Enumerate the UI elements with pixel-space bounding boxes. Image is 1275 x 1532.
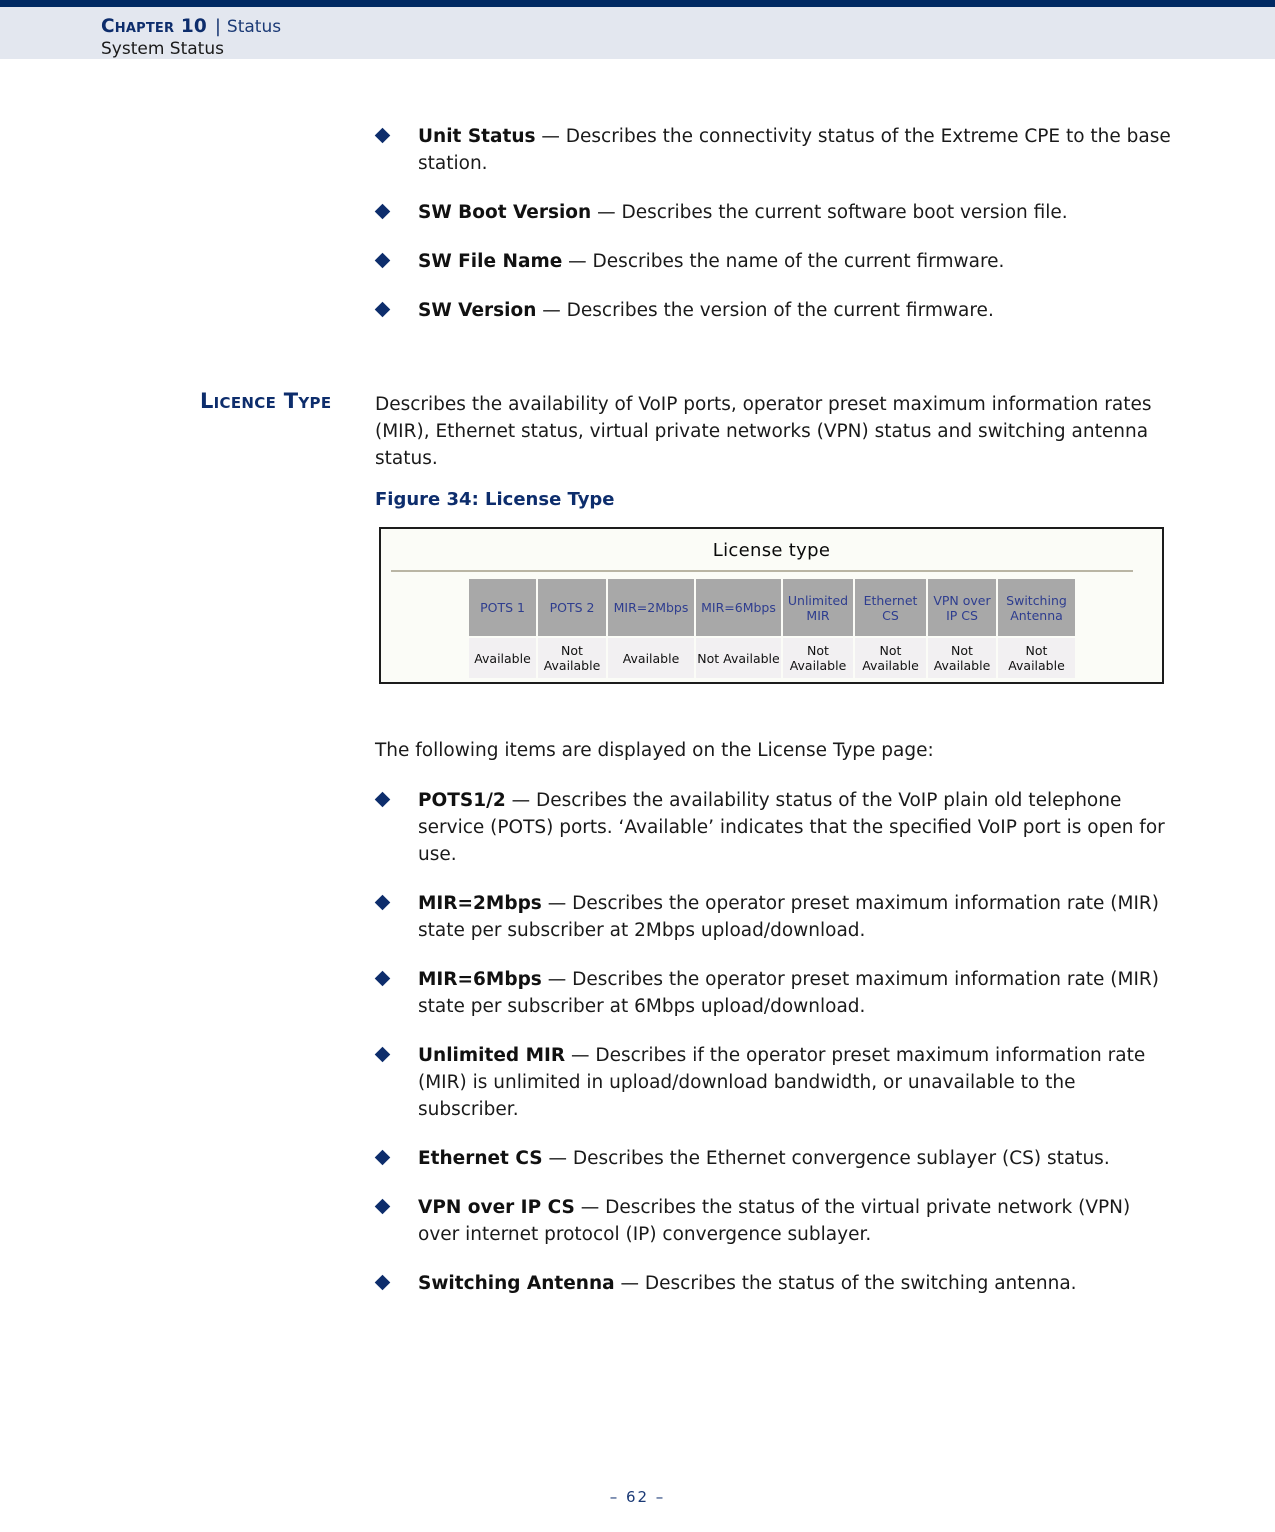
table-column-header: MIR=2Mbps: [607, 579, 696, 638]
bullet-text: Unlimited MIR — Describes if the operato…: [418, 1045, 1146, 1120]
bullet-text: Unit Status — Describes the connectivity…: [418, 126, 1171, 174]
bullet-term: Unit Status: [418, 126, 536, 147]
diamond-bullet-icon: [374, 1149, 391, 1166]
page-top-rule: [0, 0, 1275, 7]
bullet-text: Ethernet CS — Describes the Ethernet con…: [418, 1148, 1110, 1169]
section-body-licence-type: Describes the availability of VoIP ports…: [375, 394, 1152, 469]
bullet-description: Describes the version of the current fir…: [566, 300, 994, 321]
diamond-bullet-icon: [374, 894, 391, 911]
bullet-term: VPN over IP CS: [418, 1197, 575, 1218]
bullet-term: Switching Antenna: [418, 1273, 615, 1294]
bullet-text: SW Boot Version — Describes the current …: [418, 202, 1068, 223]
table-cell-status: Not Available: [927, 637, 998, 678]
bullet-item: SW Boot Version — Describes the current …: [374, 199, 1175, 226]
bullet-term: Unlimited MIR: [418, 1045, 566, 1066]
table-column-header: POTS 2: [537, 579, 608, 638]
table-row: Available Not Available Available Not Avail…: [469, 637, 1075, 678]
bullet-item: MIR=2Mbps — Describes the operator prese…: [374, 890, 1175, 944]
table-header-row: POTS 1 POTS 2 MIR=2Mbps MIR=6Mbps Unlimited …: [469, 579, 1075, 638]
bullet-text: POTS1/2 — Describes the availability sta…: [418, 790, 1165, 865]
figure-caption: Figure 34: License Type: [375, 489, 615, 510]
table-cell-status: Available: [469, 637, 538, 678]
bullet-term: Ethernet CS: [418, 1148, 543, 1169]
screenshot-title: License type: [712, 540, 831, 561]
bullet-description: Describes the name of the current firmwa…: [592, 251, 1005, 272]
bullet-term: SW Version: [418, 300, 537, 321]
header-section-name: Status: [226, 17, 282, 37]
diamond-bullet-icon: [374, 791, 391, 808]
bullet-text: SW Version — Describes the version of th…: [418, 300, 994, 321]
table-cell-status: Not Available: [695, 637, 783, 678]
bullet-text: SW File Name — Describes the name of the…: [418, 251, 1005, 272]
running-header-subtitle: System Status: [101, 39, 224, 59]
bullet-item: POTS1/2 — Describes the availability sta…: [374, 787, 1175, 868]
table-cell-status: Available: [607, 637, 696, 678]
bullet-term: SW Boot Version: [418, 202, 592, 223]
header-separator: |: [215, 17, 221, 37]
bullet-item: Ethernet CS — Describes the Ethernet con…: [374, 1145, 1175, 1172]
table-body: Available Not Available Available Not Avail…: [469, 637, 1075, 678]
bottom-bullet-list: POTS1/2 — Describes the availability sta…: [374, 787, 1175, 1319]
bullet-item: MIR=6Mbps — Describes the operator prese…: [374, 966, 1175, 1020]
bullet-term: POTS1/2: [418, 790, 506, 811]
screenshot-title-rule: [391, 570, 1133, 572]
diamond-bullet-icon: [374, 1046, 391, 1063]
section-heading-licence-type: Licence Type: [200, 389, 332, 413]
bullet-item: SW Version — Describes the version of th…: [374, 297, 1175, 324]
bullet-term: MIR=6Mbps: [418, 969, 542, 990]
figure-license-type: License type POTS 1 POTS 2 MIR=2Mbps MIR=6M…: [379, 527, 1164, 684]
running-header-band: Chapter 10 | Status System Status: [0, 7, 1275, 59]
table-column-header: Switching Antenna: [997, 579, 1075, 638]
bullet-description: Describes the current software boot vers…: [621, 202, 1068, 223]
bullet-text: VPN over IP CS — Describes the status of…: [418, 1197, 1131, 1245]
table-column-header: Unlimited MIR: [782, 579, 855, 638]
table-cell-status: Not Available: [854, 637, 928, 678]
page-number: – 62 –: [609, 1488, 666, 1506]
bullet-item: Switching Antenna — Describes the status…: [374, 1270, 1175, 1297]
table-column-header: MIR=6Mbps: [695, 579, 783, 638]
license-type-table: POTS 1 POTS 2 MIR=2Mbps MIR=6Mbps Unlimited …: [469, 579, 1075, 678]
diamond-bullet-icon: [374, 252, 391, 269]
table-cell-status: Not Available: [997, 637, 1075, 678]
bullet-item: VPN over IP CS — Describes the status of…: [374, 1194, 1175, 1248]
bullet-text: Switching Antenna — Describes the status…: [418, 1273, 1077, 1294]
diamond-bullet-icon: [374, 301, 391, 318]
bullet-description: Describes the Ethernet convergence subla…: [572, 1148, 1110, 1169]
table-cell-status: Not Available: [782, 637, 855, 678]
running-header-line-1: Chapter 10 | Status: [101, 16, 281, 38]
top-bullet-list: Unit Status — Describes the connectivity…: [374, 123, 1175, 346]
diamond-bullet-icon: [374, 1274, 391, 1291]
diamond-bullet-icon: [374, 203, 391, 220]
bullet-term: SW File Name: [418, 251, 563, 272]
diamond-bullet-icon: [374, 970, 391, 987]
diamond-bullet-icon: [374, 1198, 391, 1215]
bullet-text: MIR=6Mbps — Describes the operator prese…: [418, 969, 1159, 1017]
table-column-header: Ethernet CS: [854, 579, 928, 638]
table-column-header: VPN over IP CS: [927, 579, 998, 638]
bullet-item: SW File Name — Describes the name of the…: [374, 248, 1175, 275]
bullet-description: Describes the status of the switching an…: [644, 1273, 1077, 1294]
bullet-text: MIR=2Mbps — Describes the operator prese…: [418, 893, 1159, 941]
table-column-header: POTS 1: [469, 579, 538, 638]
bullet-item: Unit Status — Describes the connectivity…: [374, 123, 1175, 177]
bullet-description: Describes the availability status of the…: [418, 790, 1165, 865]
bullet-term: MIR=2Mbps: [418, 893, 542, 914]
bullet-item: Unlimited MIR — Describes if the operato…: [374, 1042, 1175, 1123]
diamond-bullet-icon: [374, 127, 391, 144]
lead-paragraph: The following items are displayed on the…: [375, 740, 934, 761]
table-cell-status: Not Available: [537, 637, 608, 678]
chapter-label: Chapter 10: [101, 16, 207, 37]
